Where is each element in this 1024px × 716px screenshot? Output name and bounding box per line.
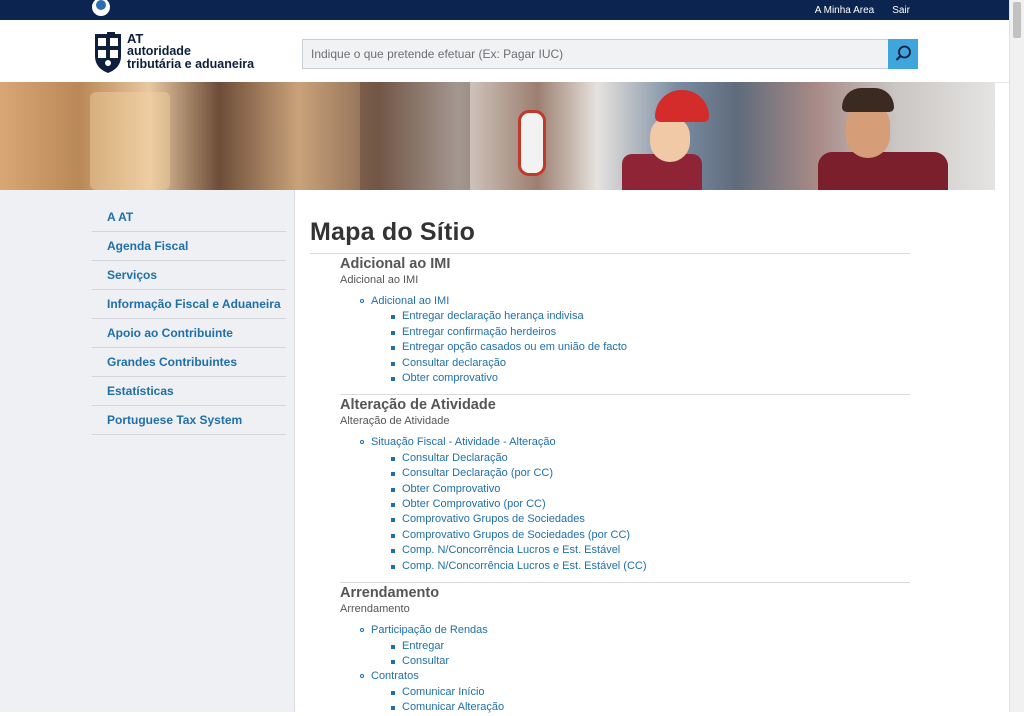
main-content: Mapa do Sítio Adicional ao IMI Adicional… — [310, 214, 910, 716]
section-arrendamento: Arrendamento Arrendamento Participação d… — [340, 584, 910, 715]
section-links: Situação Fiscal - Atividade - Alteração … — [340, 435, 910, 574]
search-button[interactable] — [888, 39, 918, 69]
list-item: Obter comprovativo — [388, 371, 910, 386]
banner-woman-face — [650, 116, 690, 162]
logo-line-3: tributária e aduaneira — [127, 57, 255, 71]
search-box — [302, 39, 918, 69]
top-bar: A Minha Area Sair — [0, 0, 1010, 20]
sidebar-nav: A AT Agenda Fiscal Serviços Informação F… — [92, 203, 286, 435]
sub-link[interactable]: Obter Comprovativo (por CC) — [402, 498, 546, 510]
sub-link[interactable]: Comunicar Início — [402, 686, 485, 698]
sub-link[interactable]: Comprovativo Grupos de Sociedades — [402, 513, 585, 525]
page-title: Mapa do Sítio — [310, 218, 476, 246]
list-item: Obter Comprovativo (por CC) — [388, 497, 910, 512]
vertical-scrollbar[interactable] — [1009, 0, 1024, 712]
sub-link[interactable]: Entregar declaração herança indivisa — [402, 310, 584, 322]
section-links: Participação de Rendas Entregar Consulta… — [340, 623, 910, 715]
logo-text: AT autoridade tributária e aduaneira — [127, 32, 254, 71]
sub-link[interactable]: Comp. N/Concorrência Lucros e Est. Estáv… — [402, 560, 647, 572]
list-item: Entregar declaração herança indivisa — [388, 309, 910, 324]
section-heading: Arrendamento — [340, 585, 440, 602]
list-item: Contratos Comunicar Início Comunicar Alt… — [357, 669, 910, 715]
section-subtitle: Adicional ao IMI — [340, 274, 419, 286]
hero-banner — [0, 82, 995, 190]
section-links: Adicional ao IMI Entregar declaração her… — [340, 294, 910, 386]
list-item: Adicional ao IMI Entregar declaração her… — [357, 294, 910, 386]
banner-blur-shop — [90, 92, 170, 190]
list-item: Obter Comprovativo — [388, 482, 910, 497]
list-item: Situação Fiscal - Atividade - Alteração … — [357, 435, 910, 574]
list-item: Entregar opção casados ou em união de fa… — [388, 340, 910, 355]
top-links: A Minha Area Sair — [815, 0, 910, 20]
sub-link[interactable]: Entregar confirmação herdeiros — [402, 326, 556, 338]
section-divider — [340, 394, 910, 396]
section-divider — [340, 582, 910, 584]
banner-man-coat — [818, 152, 948, 190]
globe-icon[interactable] — [92, 0, 110, 16]
section-adicional-imi: Adicional ao IMI Adicional ao IMI Adicio… — [340, 255, 910, 396]
sidebar-item-grandes-contribuintes[interactable]: Grandes Contribuintes — [92, 348, 286, 377]
title-divider — [310, 253, 910, 254]
sub-link[interactable]: Consultar — [402, 655, 449, 667]
section-heading: Adicional ao IMI — [340, 256, 451, 272]
at-logo[interactable]: AT autoridade tributária e aduaneira — [93, 30, 263, 76]
banner-man-hair — [842, 88, 894, 112]
section-alteracao-atividade: Alteração de Atividade Alteração de Ativ… — [340, 396, 910, 584]
sidebar-item-apoio-contribuinte[interactable]: Apoio ao Contribuinte — [92, 319, 286, 348]
sidebar-item-servicos[interactable]: Serviços — [92, 261, 286, 290]
minha-area-link[interactable]: A Minha Area — [815, 5, 874, 16]
list-item: Comunicar Alteração — [388, 700, 910, 715]
banner-woman-hat — [655, 90, 709, 122]
section-subtitle: Arrendamento — [340, 603, 410, 616]
site-header: AT autoridade tributária e aduaneira — [0, 20, 1010, 83]
sub-link[interactable]: Entregar — [402, 640, 444, 652]
sidebar-item-a-at[interactable]: A AT — [92, 203, 286, 232]
search-input[interactable] — [303, 40, 889, 68]
sub-link[interactable]: Obter Comprovativo — [402, 483, 500, 495]
sub-link[interactable]: Consultar declaração — [402, 357, 506, 369]
sub-link[interactable]: Consultar Declaração — [402, 452, 508, 464]
list-item: Comp. N/Concorrência Lucros e Est. Estáv… — [388, 559, 910, 574]
list-item: Entregar — [388, 639, 910, 654]
list-item: Comp. N/Concorrência Lucros e Est. Estáv… — [388, 543, 910, 558]
sidebar-item-portuguese-tax-system[interactable]: Portuguese Tax System — [92, 406, 286, 435]
group-link[interactable]: Contratos — [371, 670, 419, 682]
sub-links: Entregar declaração herança indivisa Ent… — [371, 309, 910, 386]
list-item: Consultar declaração — [388, 356, 910, 371]
sub-link[interactable]: Obter comprovativo — [402, 372, 498, 384]
list-item: Entregar confirmação herdeiros — [388, 325, 910, 340]
sub-link[interactable]: Comprovativo Grupos de Sociedades (por C… — [402, 529, 630, 541]
sub-link[interactable]: Comunicar Alteração — [402, 701, 504, 713]
group-link[interactable]: Adicional ao IMI — [371, 295, 449, 307]
list-item: Consultar Declaração — [388, 451, 910, 466]
sub-links: Comunicar Início Comunicar Alteração — [371, 685, 910, 716]
list-item: Participação de Rendas Entregar Consulta… — [357, 623, 910, 669]
group-link[interactable]: Participação de Rendas — [371, 624, 488, 636]
list-item: Comprovativo Grupos de Sociedades (por C… — [388, 528, 910, 543]
list-item: Consultar Declaração (por CC) — [388, 466, 910, 481]
sub-link[interactable]: Consultar Declaração (por CC) — [402, 467, 553, 479]
at-shield-icon — [95, 32, 121, 73]
list-item: Consultar — [388, 654, 910, 669]
sub-link[interactable]: Comp. N/Concorrência Lucros e Est. Estáv… — [402, 544, 620, 556]
banner-shop-sign — [518, 110, 546, 176]
sub-links: Entregar Consultar — [371, 639, 910, 670]
list-item: Comunicar Início — [388, 685, 910, 700]
section-subtitle: Alteração de Atividade — [340, 415, 450, 428]
sub-links: Consultar Declaração Consultar Declaraçã… — [371, 451, 910, 574]
sidebar-item-informacao-fiscal[interactable]: Informação Fiscal e Aduaneira — [92, 290, 286, 319]
list-item: Comprovativo Grupos de Sociedades — [388, 512, 910, 527]
sidebar-item-agenda-fiscal[interactable]: Agenda Fiscal — [92, 232, 286, 261]
banner-blur-crowd — [360, 82, 470, 190]
search-icon — [895, 45, 911, 61]
sidebar-item-estatisticas[interactable]: Estatísticas — [92, 377, 286, 406]
sair-link[interactable]: Sair — [892, 5, 910, 16]
scrollbar-thumb[interactable] — [1013, 2, 1021, 38]
sub-link[interactable]: Entregar opção casados ou em união de fa… — [402, 341, 627, 353]
group-link[interactable]: Situação Fiscal - Atividade - Alteração — [371, 436, 556, 448]
section-heading: Alteração de Atividade — [340, 397, 496, 414]
